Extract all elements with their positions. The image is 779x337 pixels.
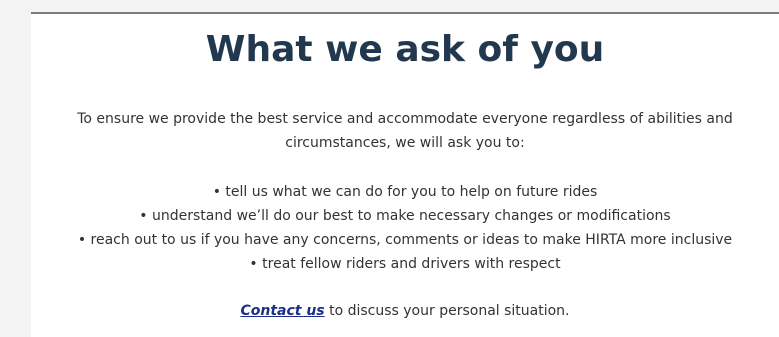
contact-text: to discuss your personal situation.: [324, 303, 570, 319]
intro-line: To ensure we provide the best service an…: [77, 111, 733, 127]
contact-us-link[interactable]: Contact us: [240, 303, 324, 319]
list-item: reach out to us if you have any concerns…: [31, 228, 779, 252]
intro-line: circumstances, we will ask you to:: [285, 135, 525, 151]
intro-paragraph: To ensure we provide the best service an…: [31, 107, 779, 155]
section-heading: What we ask of you: [205, 29, 605, 70]
list-item: tell us what we can do for you to help o…: [31, 180, 779, 204]
contact-paragraph: Contact us to discuss your personal situ…: [31, 299, 779, 323]
page: What we ask of you To ensure we provide …: [0, 0, 779, 337]
list-item: treat fellow riders and drivers with res…: [31, 252, 779, 276]
list-item: understand we’ll do our best to make nec…: [31, 204, 779, 228]
content-section: What we ask of you To ensure we provide …: [31, 12, 779, 337]
request-list: tell us what we can do for you to help o…: [31, 180, 779, 276]
